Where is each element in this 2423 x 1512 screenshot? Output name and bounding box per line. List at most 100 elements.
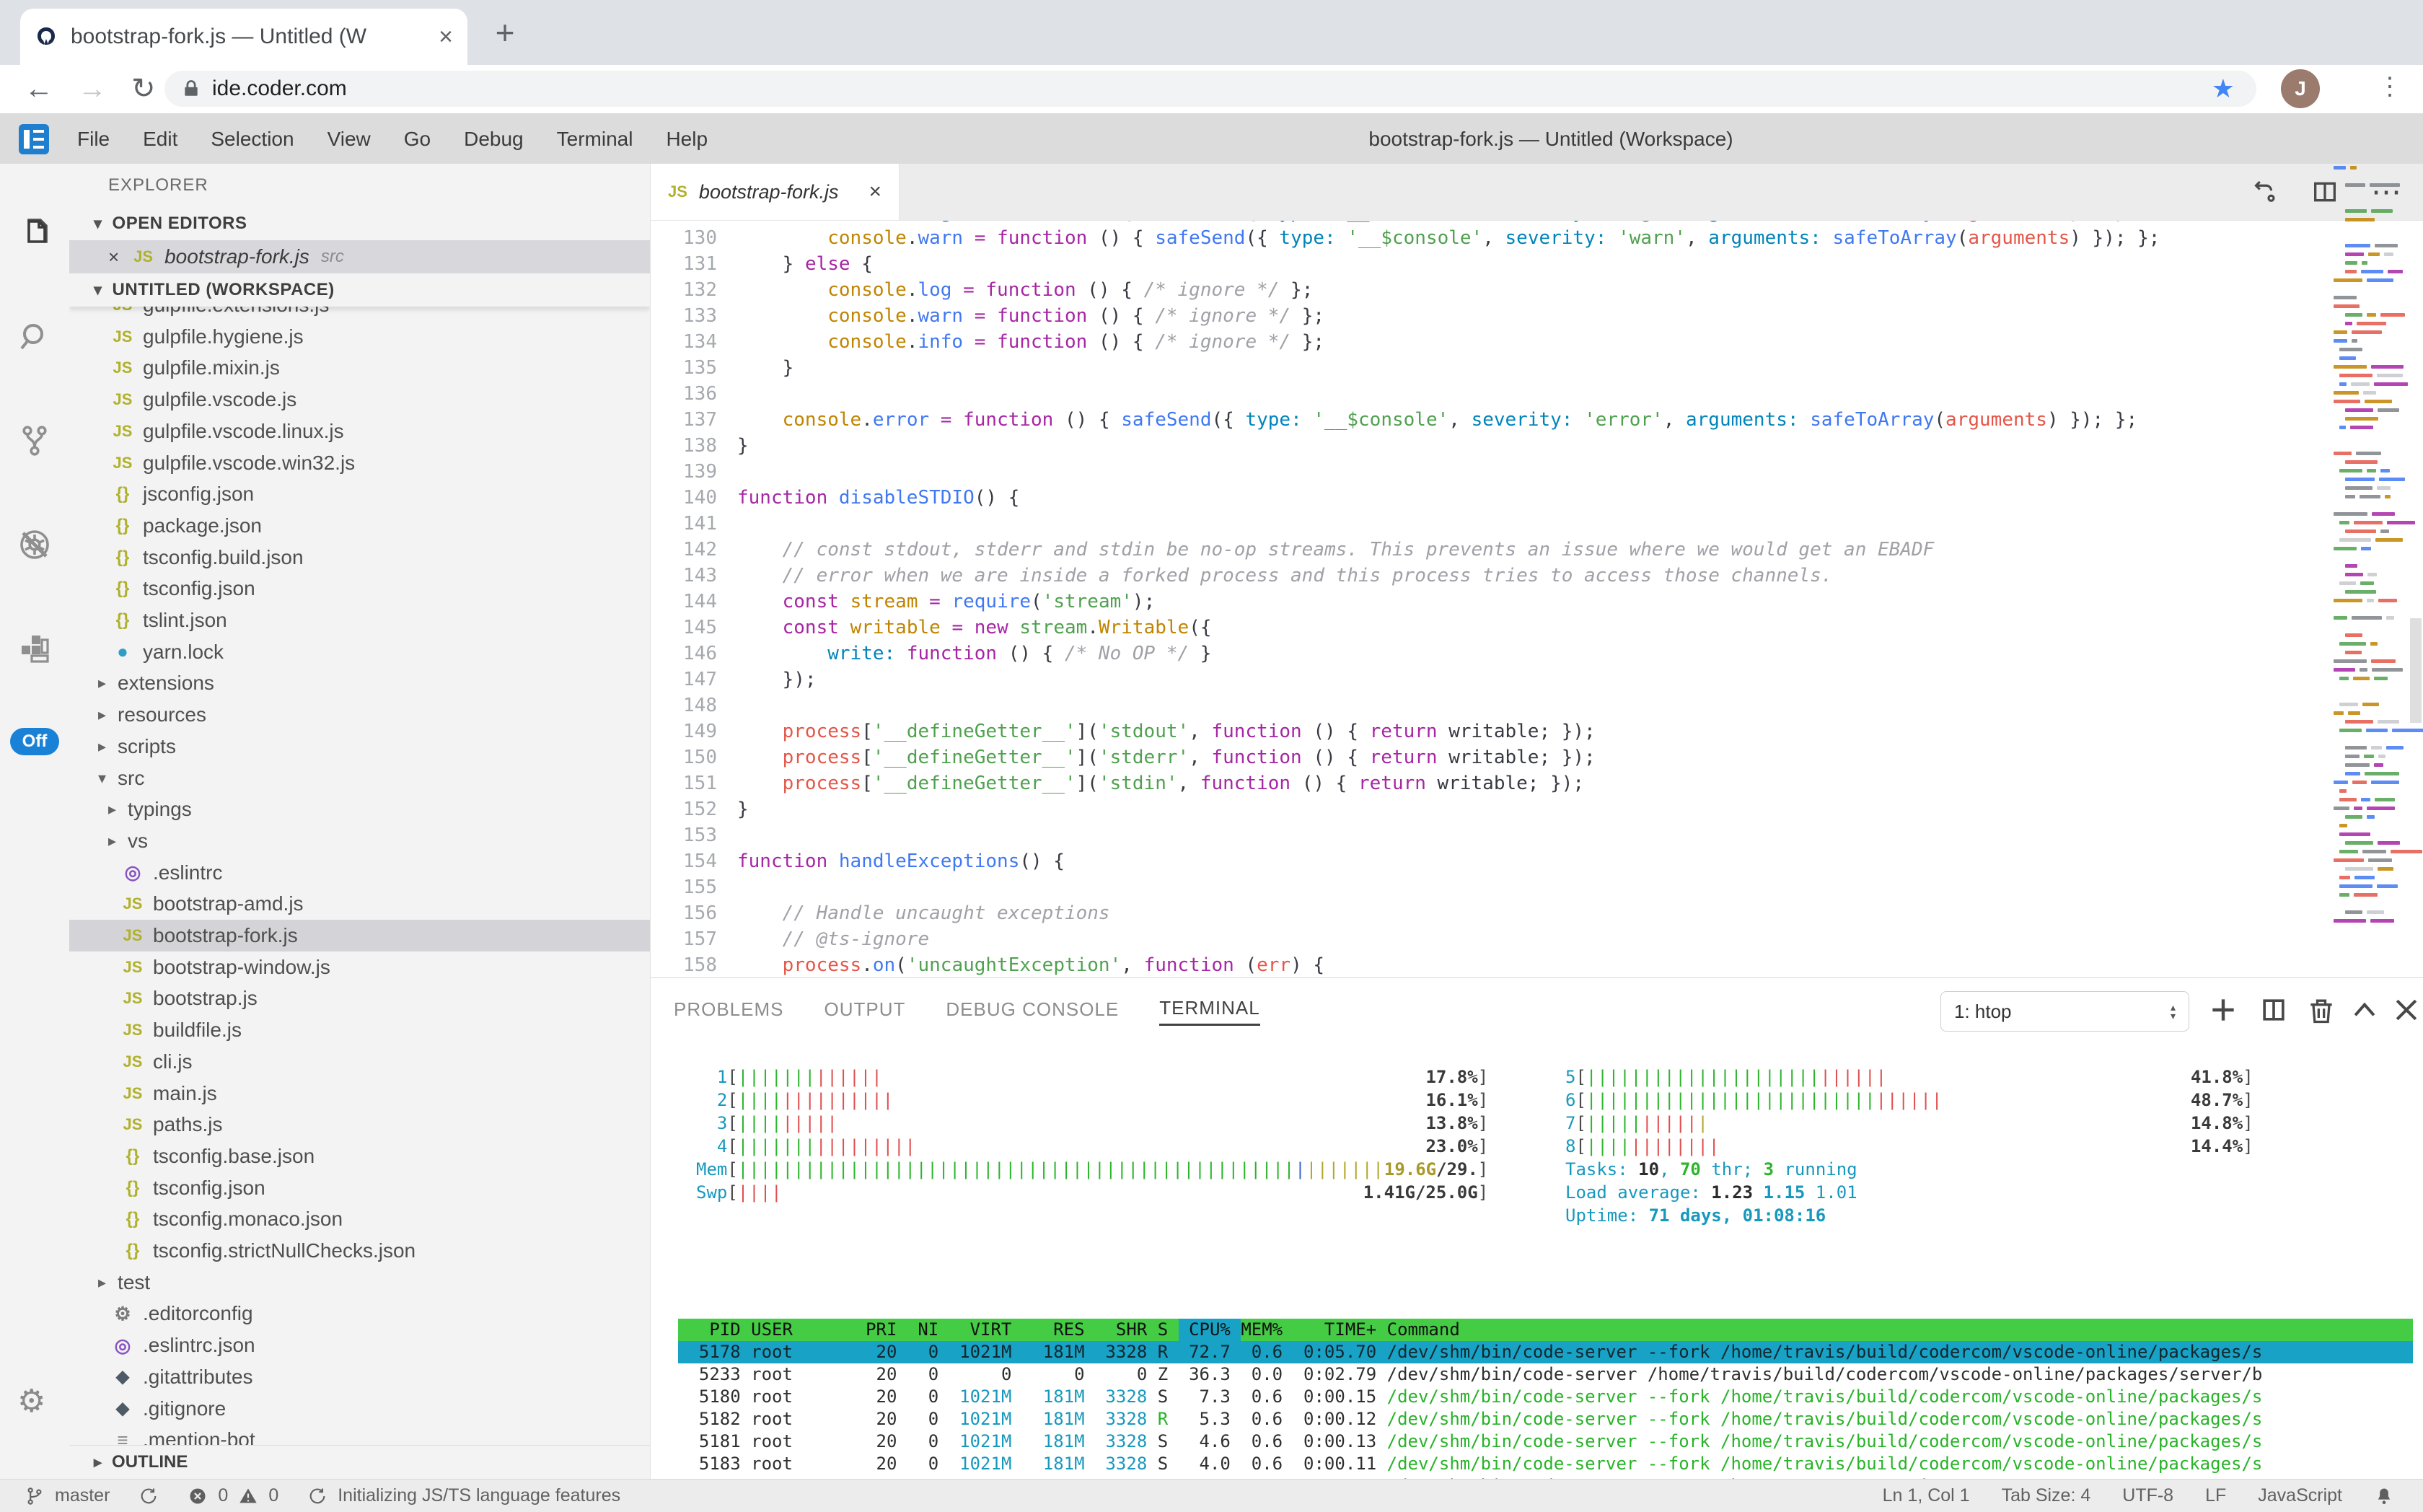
tree-item-gulpfile-vscode-win32-js[interactable]: JSgulpfile.vscode.win32.js (69, 447, 650, 479)
tree-item-resources[interactable]: ▸resources (69, 699, 650, 731)
encoding[interactable]: UTF-8 (2122, 1485, 2173, 1506)
menu-help[interactable]: Help (649, 128, 724, 151)
open-changes-icon[interactable] (2248, 177, 2279, 207)
editor-area[interactable]: JS bootstrap-fork.js × ⋯ 129 console.log… (651, 164, 2423, 977)
eol[interactable]: LF (2205, 1485, 2226, 1506)
search-icon[interactable] (17, 320, 52, 354)
tree-item-tsconfig-json[interactable]: {}tsconfig.json (69, 573, 650, 605)
tree-item-tsconfig-build-json[interactable]: {}tsconfig.build.json (69, 542, 650, 573)
address-bar[interactable]: ide.coder.com ★ (164, 71, 2256, 107)
tab-problems[interactable]: PROBLEMS (674, 998, 784, 1025)
htop-process-row-5182[interactable]: 5182 root 20 0 1021M 181M 3328 R 5.3 0.6… (678, 1408, 2413, 1430)
split-terminal-icon[interactable] (2258, 994, 2290, 1026)
reload-icon[interactable]: ↻ (131, 74, 156, 103)
tree-item-tsconfig-strictnullchecks-json[interactable]: {}tsconfig.strictNullChecks.json (69, 1235, 650, 1267)
tab-debug-console[interactable]: DEBUG CONSOLE (946, 998, 1119, 1025)
menu-file[interactable]: File (61, 128, 126, 151)
close-icon[interactable]: × (108, 246, 119, 268)
avatar[interactable]: J (2281, 69, 2320, 108)
extensions-icon[interactable] (17, 631, 52, 666)
menu-edit[interactable]: Edit (126, 128, 194, 151)
errors-count[interactable]: 0 (218, 1485, 228, 1506)
htop-process-row-5178[interactable]: 5178 root 20 0 1021M 181M 3328 R 72.7 0.… (678, 1341, 2413, 1363)
browser-tab[interactable]: bootstrap-fork.js — Untitled (W × (20, 9, 467, 65)
new-terminal-icon[interactable] (2207, 994, 2239, 1026)
back-icon[interactable]: ← (25, 74, 53, 103)
workspace-header[interactable]: ▾ UNTITLED (WORKSPACE) (69, 273, 650, 307)
code-editor[interactable]: 129 console.log = function () { safeSend… (651, 221, 2423, 977)
editor-scrollbar[interactable] (2410, 618, 2422, 723)
tree-item-test[interactable]: ▸test (69, 1267, 650, 1298)
htop-process-row-5233[interactable]: 5233 root 20 0 0 0 0 Z 36.3 0.0 0:02.79 … (678, 1363, 2413, 1386)
errors-icon[interactable] (188, 1486, 208, 1506)
tree-item-tsconfig-base-json[interactable]: {}tsconfig.base.json (69, 1140, 650, 1172)
tree-item-tsconfig-json[interactable]: {}tsconfig.json (69, 1172, 650, 1204)
tree-item-main-js[interactable]: JSmain.js (69, 1078, 650, 1109)
tree-item-paths-js[interactable]: JSpaths.js (69, 1109, 650, 1140)
url-text[interactable]: ide.coder.com (212, 76, 2212, 101)
htop-process-row-5183[interactable]: 5183 root 20 0 1021M 181M 3328 S 4.0 0.6… (678, 1453, 2413, 1475)
tree-item-typings[interactable]: ▸typings (69, 794, 650, 825)
tab-terminal[interactable]: TERMINAL (1159, 997, 1259, 1026)
cursor-position[interactable]: Ln 1, Col 1 (1883, 1485, 1970, 1506)
tab-size[interactable]: Tab Size: 4 (2002, 1485, 2091, 1506)
tree-item--editorconfig[interactable]: ⚙.editorconfig (69, 1298, 650, 1329)
tree-item--eslintrc[interactable]: ◎.eslintrc (69, 857, 650, 889)
branch-name[interactable]: master (55, 1485, 110, 1506)
tab-close-icon[interactable]: × (439, 23, 453, 51)
tree-item--gitattributes[interactable]: ◆.gitattributes (69, 1361, 650, 1393)
close-panel-icon[interactable] (2391, 994, 2422, 1026)
htop-process-row-5180[interactable]: 5180 root 20 0 1021M 181M 3328 S 7.3 0.6… (678, 1386, 2413, 1408)
open-editors-header[interactable]: ▾ OPEN EDITORS (69, 207, 650, 240)
tree-item-gulpfile-vscode-js[interactable]: JSgulpfile.vscode.js (69, 384, 650, 416)
tree-item-gulpfile-extensions-js[interactable]: JSgulpfile.extensions.js (69, 307, 650, 321)
terminal-select[interactable]: 1: htop ▴▾ (1940, 991, 2189, 1032)
debug-disabled-icon[interactable] (17, 527, 52, 562)
source-control-icon[interactable] (17, 423, 52, 458)
tree-item--mention-bot[interactable]: ≡.mention-bot (69, 1424, 650, 1446)
close-icon[interactable]: × (869, 180, 881, 204)
settings-gear-icon[interactable]: ⚙ (17, 1383, 52, 1418)
warnings-icon[interactable] (238, 1486, 258, 1506)
outline-section[interactable]: ▸ OUTLINE (69, 1445, 650, 1479)
off-badge[interactable]: Off (10, 728, 59, 755)
tree-item-cli-js[interactable]: JScli.js (69, 1046, 650, 1078)
menu-go[interactable]: Go (387, 128, 447, 151)
tree-item--gitignore[interactable]: ◆.gitignore (69, 1393, 650, 1425)
tree-item-yarn-lock[interactable]: ●yarn.lock (69, 636, 650, 668)
tree-item-jsconfig-json[interactable]: {}jsconfig.json (69, 478, 650, 510)
tree-item-gulpfile-hygiene-js[interactable]: JSgulpfile.hygiene.js (69, 321, 650, 353)
language-mode[interactable]: JavaScript (2258, 1485, 2342, 1506)
tree-item-bootstrap-fork-js[interactable]: JSbootstrap-fork.js (69, 920, 650, 951)
menu-debug[interactable]: Debug (447, 128, 540, 151)
tree-item-tsconfig-monaco-json[interactable]: {}tsconfig.monaco.json (69, 1203, 650, 1235)
tree-item-scripts[interactable]: ▸scripts (69, 731, 650, 762)
explorer-icon[interactable] (17, 216, 52, 250)
minimap[interactable] (2331, 166, 2403, 977)
git-branch-icon[interactable] (25, 1486, 45, 1506)
new-tab-button[interactable]: + (488, 16, 522, 50)
tree-item-gulpfile-mixin-js[interactable]: JSgulpfile.mixin.js (69, 352, 650, 384)
menu-terminal[interactable]: Terminal (540, 128, 650, 151)
forward-icon[interactable]: → (78, 74, 107, 103)
bell-icon[interactable] (2374, 1486, 2394, 1506)
tree-item-bootstrap-js[interactable]: JSbootstrap.js (69, 983, 650, 1014)
tree-item-src[interactable]: ▾src (69, 762, 650, 794)
tree-item-bootstrap-amd-js[interactable]: JSbootstrap-amd.js (69, 888, 650, 920)
sync-icon[interactable] (138, 1486, 159, 1506)
kill-terminal-icon[interactable] (2305, 994, 2337, 1026)
menu-selection[interactable]: Selection (194, 128, 310, 151)
htop-process-row-5181[interactable]: 5181 root 20 0 1021M 181M 3328 S 4.6 0.6… (678, 1430, 2413, 1453)
tree-item-bootstrap-window-js[interactable]: JSbootstrap-window.js (69, 951, 650, 983)
tree-item-package-json[interactable]: {}package.json (69, 510, 650, 542)
maximize-panel-icon[interactable] (2349, 994, 2380, 1026)
tab-output[interactable]: OUTPUT (824, 998, 906, 1025)
tree-item-buildfile-js[interactable]: JSbuildfile.js (69, 1014, 650, 1046)
editor-tab[interactable]: JS bootstrap-fork.js × (651, 164, 900, 220)
tree-item-extensions[interactable]: ▸extensions (69, 667, 650, 699)
warnings-count[interactable]: 0 (268, 1485, 278, 1506)
htop-table-header[interactable]: PID USER PRI NI VIRT RES SHR S CPU% MEM%… (678, 1319, 2413, 1341)
bookmark-star-icon[interactable]: ★ (2212, 74, 2235, 104)
tree-item-tslint-json[interactable]: {}tslint.json (69, 605, 650, 636)
open-editor-item[interactable]: × JS bootstrap-fork.js src (69, 240, 650, 273)
